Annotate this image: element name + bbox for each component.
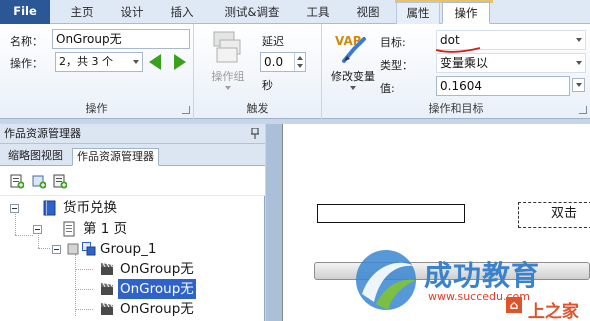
pane-tabs: 缩略图视图 作品资源管理器	[0, 144, 265, 166]
add-object-icon[interactable]	[32, 174, 46, 189]
project-explorer-pane: 作品资源管理器 缩略图视图 作品资源管理器 货币兑换 第 1 页 Group_1…	[0, 124, 265, 321]
delay-value: 0.0	[264, 55, 284, 69]
tree-node-group[interactable]: Group_1	[52, 239, 242, 259]
chevron-down-icon	[576, 83, 582, 87]
tree-node-label: 货币兑换	[63, 200, 117, 216]
canvas-button-label: 双击	[551, 206, 578, 221]
home-icon: ⌂	[506, 297, 522, 313]
watermark-logo-icon	[356, 250, 416, 310]
group-label-action: 操作	[85, 102, 108, 115]
ribbon: 名称： OnGroup无 操作： 2，共 3 个 操作 操作组 延迟 0.0 秒	[0, 24, 590, 119]
chevron-down-icon	[576, 61, 582, 65]
add-action-icon[interactable]	[53, 174, 67, 189]
type-label: 类型：	[380, 59, 413, 72]
spin-down-icon	[297, 64, 303, 68]
delay-label: 延迟	[262, 35, 284, 48]
tab-view[interactable]: 视图	[346, 2, 390, 24]
spin-up-icon	[297, 56, 303, 60]
tree-connector	[75, 289, 93, 290]
value-label: 值:	[380, 82, 395, 95]
tab-thumbnail-view[interactable]: 缩略图视图	[4, 148, 67, 166]
canvas-button-object[interactable]: 双击	[518, 202, 590, 228]
action-select-value: 2，共 3 个	[59, 55, 113, 68]
chevron-down-icon	[576, 38, 582, 42]
tab-design[interactable]: 设计	[110, 2, 154, 24]
modify-variable-button[interactable]: 修改变量	[326, 68, 380, 84]
canvas-text-box[interactable]	[317, 204, 465, 223]
tree-connector	[75, 269, 93, 270]
type-value: 变量乘以	[440, 56, 489, 70]
tree-connector	[15, 235, 33, 236]
clapper-icon	[101, 303, 113, 315]
page-icon	[63, 221, 75, 237]
tree-connector	[38, 248, 50, 249]
chevron-down-icon	[350, 86, 356, 90]
watermark-brand: 成功教育	[424, 259, 541, 292]
action-label: 操作：	[10, 57, 43, 70]
tree-node-label: Group_1	[100, 241, 157, 257]
next-action-arrow-icon[interactable]	[174, 54, 186, 70]
chevron-down-icon	[133, 60, 139, 64]
explorer-toolbar	[0, 166, 265, 196]
pane-title: 作品资源管理器	[0, 124, 265, 144]
tree-node-label: 第 1 页	[83, 221, 128, 237]
tab-project-explorer[interactable]: 作品资源管理器	[72, 148, 159, 166]
ribbon-group-trigger: 操作组 延迟 0.0 秒 触发	[194, 24, 322, 119]
tab-attributes[interactable]: 属性	[396, 2, 440, 24]
action-group-icon	[213, 31, 241, 63]
tree-node-page[interactable]: 第 1 页	[33, 219, 243, 239]
tab-insert[interactable]: 插入	[160, 2, 204, 24]
tree-node-label: OnGroup无	[118, 279, 196, 299]
tree-node-label: OnGroup无	[120, 301, 194, 317]
tab-tools[interactable]: 工具	[298, 2, 338, 24]
tab-file[interactable]: File	[0, 0, 50, 24]
action-group-button[interactable]: 操作组	[206, 68, 250, 84]
seconds-label: 秒	[262, 79, 273, 92]
ribbon-group-target: VAR 修改变量 目标: dot 类型： 变量乘以 值: 0.1604 操作和目…	[322, 24, 590, 119]
action-select[interactable]: 2，共 3 个	[55, 52, 143, 72]
collapse-icon[interactable]	[10, 204, 19, 213]
group-label-target: 操作和目标	[428, 102, 484, 115]
book-icon	[43, 200, 56, 216]
tree-connector	[75, 309, 93, 310]
name-field[interactable]: OnGroup无	[52, 29, 190, 49]
watermark-corner-text: 上之家	[527, 302, 579, 321]
clapper-icon	[101, 283, 113, 295]
dialog-launcher-icon[interactable]	[182, 106, 190, 114]
add-page-icon[interactable]	[10, 174, 24, 189]
variable-icon: VAR	[335, 34, 366, 63]
collapse-icon[interactable]	[52, 245, 61, 254]
watermark-corner: ⌂ 上之家	[506, 297, 579, 321]
dialog-launcher-icon[interactable]	[579, 106, 587, 114]
tree-node-root[interactable]: 货币兑换	[10, 198, 250, 218]
clapper-icon	[101, 263, 113, 275]
name-label: 名称：	[10, 35, 43, 48]
tree-node-action-selected[interactable]: OnGroup无	[100, 279, 220, 299]
tab-actions[interactable]: 操作	[442, 2, 490, 24]
tree-node-label: OnGroup无	[120, 261, 194, 277]
collapse-icon[interactable]	[33, 225, 42, 234]
watermark: 成功教育 www.succedu.com ⌂ 上之家	[350, 236, 590, 321]
tree-node-action[interactable]: OnGroup无	[100, 299, 220, 319]
delay-spinner[interactable]: 0.0	[260, 52, 306, 72]
object-icon	[67, 243, 79, 255]
group-icon	[82, 242, 96, 256]
target-label: 目标:	[380, 36, 406, 49]
value-field[interactable]: 0.1604	[436, 76, 570, 96]
tree-node-action[interactable]: OnGroup无	[100, 259, 220, 279]
target-value: dot	[440, 33, 460, 47]
type-select[interactable]: 变量乘以	[436, 53, 586, 73]
tab-test-survey[interactable]: 测试&调查	[212, 2, 292, 24]
pane-title-text: 作品资源管理器	[4, 127, 81, 140]
pin-icon[interactable]	[251, 128, 259, 139]
ribbon-group-action: 名称： OnGroup无 操作： 2，共 3 个 操作	[0, 24, 194, 119]
ribbon-tab-strip: File 主页 设计 插入 测试&调查 工具 视图 属性 操作	[0, 0, 590, 24]
tree-connector	[75, 254, 76, 316]
previous-action-arrow-icon[interactable]	[149, 54, 161, 70]
chevron-down-icon	[225, 86, 231, 90]
tab-home[interactable]: 主页	[60, 2, 104, 24]
spinner-buttons[interactable]	[294, 53, 305, 71]
value-picker-icon[interactable]	[572, 78, 585, 92]
group-label-trigger: 触发	[246, 102, 269, 115]
